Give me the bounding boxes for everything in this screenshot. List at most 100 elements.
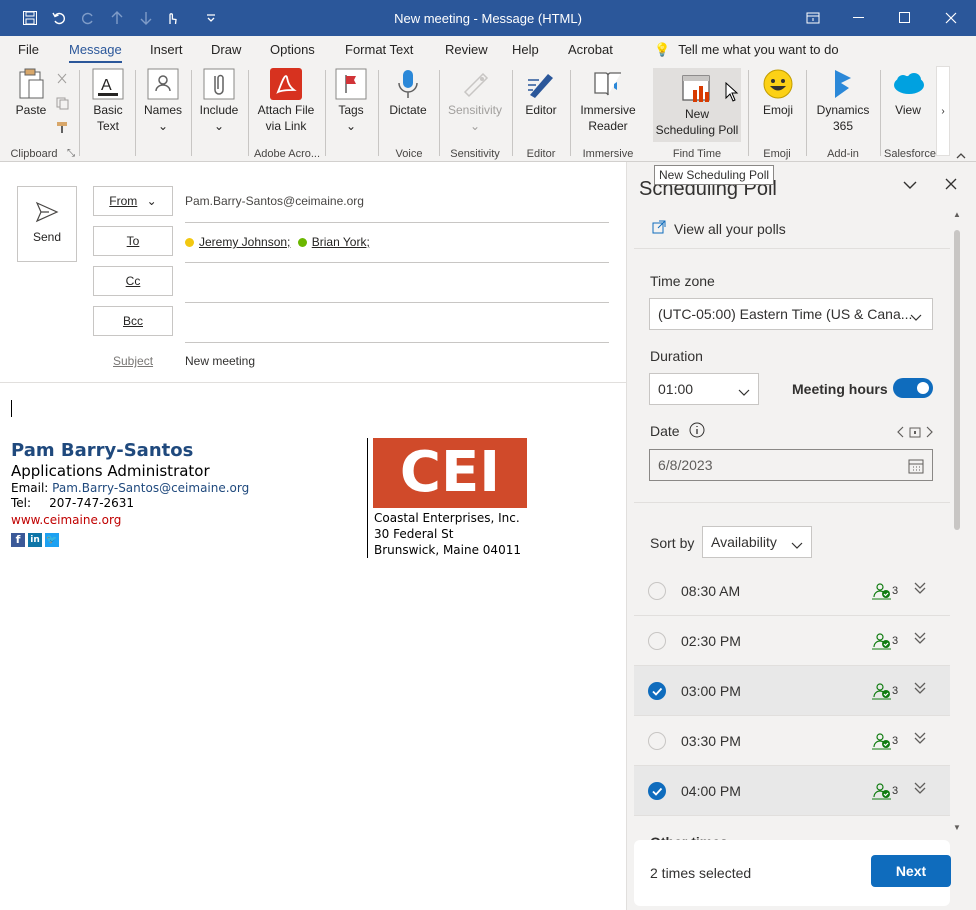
time-slot[interactable]: 04:00 PM 3 (634, 766, 950, 816)
timezone-select[interactable]: (UTC-05:00) Eastern Time (US & Cana... (649, 298, 933, 330)
salesforce-view-button[interactable]: View (886, 68, 930, 118)
ribbon-display-icon[interactable] (790, 0, 836, 36)
send-button[interactable]: Send (17, 186, 77, 262)
emoji-button[interactable]: Emoji (756, 68, 800, 118)
twitter-icon[interactable]: 🐦 (45, 533, 59, 547)
tab-draw[interactable]: Draw (211, 42, 241, 57)
chevron-right-icon[interactable] (925, 426, 933, 441)
from-button[interactable]: From ⌄ (93, 186, 173, 216)
names-label: Names (143, 103, 182, 117)
radio-circle-icon[interactable] (648, 582, 666, 600)
basic-text-button[interactable]: A Basic Text (86, 68, 130, 134)
chevron-down-icon: ⌄ (469, 119, 481, 133)
linkedin-icon[interactable]: in (28, 533, 42, 547)
date-value: 6/8/2023 (658, 457, 713, 473)
checkmark-circle-icon[interactable] (648, 682, 666, 700)
view-all-polls-link[interactable]: View all your polls (652, 220, 786, 237)
separator (191, 70, 192, 156)
chevron-down-icon (910, 309, 922, 325)
time-slot[interactable]: 08:30 AM 3 (634, 566, 950, 616)
maximize-icon[interactable] (882, 0, 928, 36)
next-button[interactable]: Next (871, 855, 951, 887)
chevron-down-icon[interactable] (903, 178, 917, 193)
expand-chevron-icon[interactable] (913, 681, 927, 698)
bcc-button[interactable]: Bcc (93, 306, 173, 336)
to-field[interactable]: Jeremy Johnson; Brian York; (185, 235, 370, 249)
email-label: Email: (11, 481, 49, 495)
slot-time: 03:00 PM (681, 683, 741, 699)
dynamics-365-button[interactable]: Dynamics 365 (812, 68, 874, 134)
attach-file-via-link-button[interactable]: Attach File via Link (253, 68, 319, 134)
radio-circle-icon[interactable] (648, 732, 666, 750)
dynamics-label: Dynamics 365 (816, 103, 870, 133)
time-slot[interactable]: 02:30 PM 3 (634, 616, 950, 666)
scheduling-poll-icon (681, 72, 713, 104)
names-button[interactable]: Names ⌄ (141, 68, 185, 134)
expand-chevron-icon[interactable] (913, 781, 927, 798)
tab-acrobat[interactable]: Acrobat (568, 42, 613, 57)
attendees-available: 3 (872, 682, 898, 700)
selected-count: 2 times selected (650, 865, 752, 881)
basic-text-icon: A (92, 68, 124, 100)
include-button[interactable]: Include ⌄ (196, 68, 242, 134)
checkmark-circle-icon[interactable] (648, 782, 666, 800)
to-button[interactable]: To (93, 226, 173, 256)
immersive-reader-button[interactable]: Immersive Reader (576, 68, 640, 134)
tell-me-box[interactable]: 💡 Tell me what you want to do (654, 42, 839, 58)
facebook-icon[interactable]: f (11, 533, 25, 547)
recipient-chip[interactable]: Jeremy Johnson; (185, 235, 290, 249)
close-window-icon[interactable] (928, 0, 974, 36)
cc-button[interactable]: Cc (93, 266, 173, 296)
scroll-up-icon[interactable]: ▲ (953, 210, 961, 219)
subject-input[interactable]: New meeting (185, 354, 255, 368)
info-icon[interactable] (689, 422, 705, 441)
tab-options[interactable]: Options (270, 42, 315, 57)
separator (748, 70, 749, 156)
scroll-down-icon[interactable]: ▼ (953, 823, 961, 832)
tab-review[interactable]: Review (445, 42, 488, 57)
tab-file[interactable]: File (18, 42, 39, 57)
minimize-icon[interactable] (836, 0, 882, 36)
include-label: Include (199, 103, 239, 117)
sensitivity-button[interactable]: Sensitivity ⌄ (444, 68, 506, 134)
sort-select[interactable]: Availability (702, 526, 812, 558)
meeting-hours-toggle[interactable] (893, 378, 933, 398)
title-bar: New meeting - Message (HTML) (0, 0, 976, 36)
pane-scrollbar[interactable] (954, 230, 960, 530)
expand-chevron-icon[interactable] (913, 731, 927, 748)
tab-insert[interactable]: Insert (150, 42, 183, 57)
paste-button[interactable]: Paste (12, 68, 50, 118)
signature-website-link[interactable]: www.ceimaine.org (11, 513, 249, 527)
date-picker[interactable]: 6/8/2023 (649, 449, 933, 481)
tab-help[interactable]: Help (512, 42, 539, 57)
collapse-ribbon-icon[interactable] (956, 148, 966, 163)
dynamics-365-icon (827, 68, 859, 100)
editor-button[interactable]: Editor (519, 68, 563, 118)
expand-chevron-icon[interactable] (913, 631, 927, 648)
scheduling-poll-pane: Scheduling Poll View all your polls Time… (626, 162, 976, 910)
cut-icon[interactable] (55, 72, 69, 89)
chevron-left-icon[interactable] (897, 426, 905, 441)
expand-chevron-icon[interactable] (913, 581, 927, 598)
time-slot[interactable]: 03:00 PM 3 (634, 666, 950, 716)
ribbon-scroll-right-icon[interactable]: › (936, 66, 950, 156)
radio-circle-icon[interactable] (648, 632, 666, 650)
new-scheduling-poll-button[interactable]: New Scheduling Poll (653, 68, 741, 142)
copy-icon[interactable] (55, 96, 69, 113)
time-slot[interactable]: 03:30 PM 3 (634, 716, 950, 766)
signature-email-link[interactable]: Pam.Barry-Santos@ceimaine.org (52, 481, 249, 495)
dialog-launcher-icon[interactable]: ⤡ (67, 148, 75, 159)
dictate-button[interactable]: Dictate (385, 68, 431, 118)
close-icon[interactable] (945, 178, 957, 193)
tags-button[interactable]: Tags ⌄ (331, 68, 371, 134)
format-painter-icon[interactable] (55, 120, 69, 137)
attach-file-label: Attach File via Link (257, 103, 315, 133)
today-icon[interactable] (909, 426, 921, 441)
duration-select[interactable]: 01:00 (649, 373, 759, 405)
bcc-input[interactable] (185, 342, 609, 343)
tab-format-text[interactable]: Format Text (345, 42, 413, 57)
tab-message[interactable]: Message (69, 42, 122, 63)
cc-input[interactable] (185, 302, 609, 303)
tooltip: New Scheduling Poll (654, 165, 775, 185)
recipient-chip[interactable]: Brian York; (297, 235, 370, 249)
